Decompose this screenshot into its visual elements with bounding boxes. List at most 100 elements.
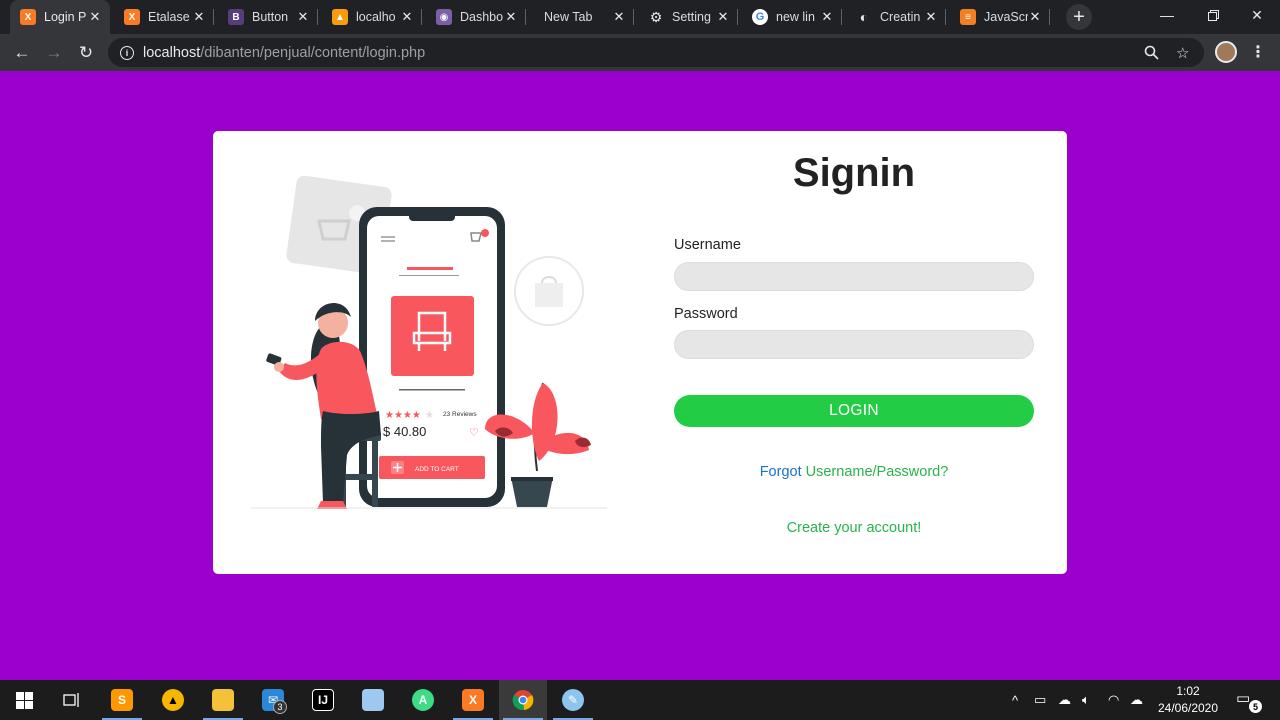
forward-button[interactable]: → [40,39,68,67]
back-button[interactable]: ← [8,39,36,67]
svg-text:★★★★: ★★★★ [385,410,421,421]
wifi-icon[interactable]: ◠ [1108,680,1119,720]
login-button[interactable]: LOGIN [674,395,1034,427]
android-studio-icon: A [412,689,434,711]
taskbar-app-triangle[interactable]: ▲ [149,680,197,720]
tab-separator [737,9,738,25]
close-tab-icon[interactable]: ✕ [296,9,310,25]
close-icon: ✕ [1251,6,1263,23]
show-hidden-icons[interactable]: ^ [1012,680,1018,720]
arrow-left-icon: ← [13,43,31,62]
taskbar-3d-box[interactable] [349,680,397,720]
close-tab-icon[interactable]: ✕ [716,9,730,25]
taskbar-intellij[interactable]: IJ [299,680,347,720]
browser-tab[interactable]: X Etalase ✕ [114,0,214,34]
svg-text:★: ★ [425,410,434,421]
profile-avatar[interactable] [1215,41,1237,63]
close-tab-icon[interactable]: ✕ [1028,9,1042,25]
new-tab-button[interactable]: + [1066,4,1092,30]
create-account-row: Create your account! [674,520,1034,536]
dashboard-icon: ◉ [436,9,452,25]
browser-tab[interactable]: ⚙ Setting ✕ [638,0,738,34]
tab-title: Setting [672,10,711,24]
system-clock[interactable]: 1:02 24/06/2020 [1148,683,1228,717]
sublime-icon: S [111,689,133,711]
browser-toolbar: ← → ↻ i localhost/dibanten/penjual/conte… [0,34,1280,71]
tab-separator [633,9,634,25]
onedrive-icon[interactable]: ☁ [1130,680,1143,720]
close-tab-icon[interactable]: ✕ [88,9,102,25]
taskbar-file-explorer[interactable] [199,680,247,720]
close-tab-icon[interactable]: ✕ [612,9,626,25]
close-tab-icon[interactable]: ✕ [192,9,206,25]
username-label: Username [674,237,741,253]
task-view-button[interactable] [48,680,96,720]
browser-tab[interactable]: X Login P ✕ [10,0,110,34]
close-tab-icon[interactable]: ✕ [504,9,518,25]
bookmark-star-icon[interactable]: ☆ [1176,38,1189,67]
stackoverflow-icon: ≡ [960,9,976,25]
password-label: Password [674,306,738,322]
address-bar[interactable]: i localhost/dibanten/penjual/content/log… [108,38,1204,67]
tab-separator [213,9,214,25]
xampp-icon: X [20,9,36,25]
login-card: ★★★★ ★ 23 Reviews $ 40.80 ♡ ADD TO CART … [213,131,1067,574]
heart-icon: ♡ [469,426,479,439]
action-center-button[interactable]: ▭ 5 [1236,689,1262,713]
page-title: Signin [792,151,916,195]
taskbar-sublime[interactable]: S [98,680,146,720]
tab-separator [1049,9,1050,25]
close-tab-icon[interactable]: ✕ [924,9,938,25]
create-account-link[interactable]: Create your account! [787,520,922,536]
site-info-icon[interactable]: i [120,45,134,60]
taskbar-paint[interactable]: ✎ [549,680,597,720]
browser-tab[interactable]: ▲ localho ✕ [322,0,422,34]
battery-icon[interactable]: ▭ [1034,680,1046,720]
forgot-credentials-link[interactable]: Username/Password? [806,464,949,480]
taskbar-xampp[interactable]: X [449,680,497,720]
tab-separator [945,9,946,25]
windows-taskbar: S ▲ ✉ 3 IJ A X ✎ ^ ▭ ☁ 🔈︎ ◠ ☁ 1:02 24/06… [0,680,1280,720]
browser-tab[interactable]: B Button ✕ [218,0,318,34]
browser-tab[interactable]: New Tab ✕ [534,0,634,34]
browser-tab-strip: X Login P ✕ X Etalase ✕ B Button ✕ ▲ localho ✕ ◉ Dash… [0,0,1280,34]
cube-icon [362,689,384,711]
minimize-button[interactable]: — [1144,0,1190,30]
start-button[interactable] [0,680,48,720]
taskbar-chrome[interactable] [499,680,547,720]
close-window-button[interactable]: ✕ [1234,0,1280,30]
browser-tab[interactable]: Gnew lin ✕ [742,0,842,34]
task-view-icon [63,693,79,707]
reload-button[interactable]: ↻ [72,39,100,67]
tab-title: Etalase [148,10,190,24]
notification-icon: ▭ [1236,690,1251,707]
close-tab-icon[interactable]: ✕ [820,9,834,25]
tab-title: New Tab [544,10,593,24]
taskbar-android-studio[interactable]: A [399,680,447,720]
intellij-icon: IJ [312,689,334,711]
folder-icon [212,689,234,711]
browser-tab[interactable]: ≡ JavaScr ✕ [950,0,1050,34]
volume-icon[interactable]: 🔈︎ [1082,680,1090,720]
zoom-icon[interactable] [1144,38,1159,67]
restore-button[interactable] [1190,0,1236,30]
mail-badge: 3 [273,700,287,714]
google-icon: G [752,9,768,25]
phpmyadmin-icon: ▲ [332,9,348,25]
close-tab-icon[interactable]: ✕ [400,9,414,25]
globe-icon: ◐ [859,9,869,25]
password-input[interactable] [674,330,1034,359]
browser-menu-icon[interactable]: ⋮ [1250,42,1266,62]
cloud-sync-error-icon[interactable]: ☁ [1058,680,1071,720]
username-input[interactable] [674,262,1034,291]
tab-separator [317,9,318,25]
browser-tab[interactable]: ◐ Creatin ✕ [846,0,946,34]
reload-icon: ↻ [78,43,94,62]
forgot-prefix: Forgot [759,464,802,480]
xampp-icon: X [124,9,140,25]
browser-tab[interactable]: ◉ Dashbo ✕ [426,0,526,34]
taskbar-mail[interactable]: ✉ 3 [249,680,297,720]
xampp-icon: X [462,689,484,711]
arrow-right-icon: → [45,43,63,62]
chrome-icon [512,690,534,711]
